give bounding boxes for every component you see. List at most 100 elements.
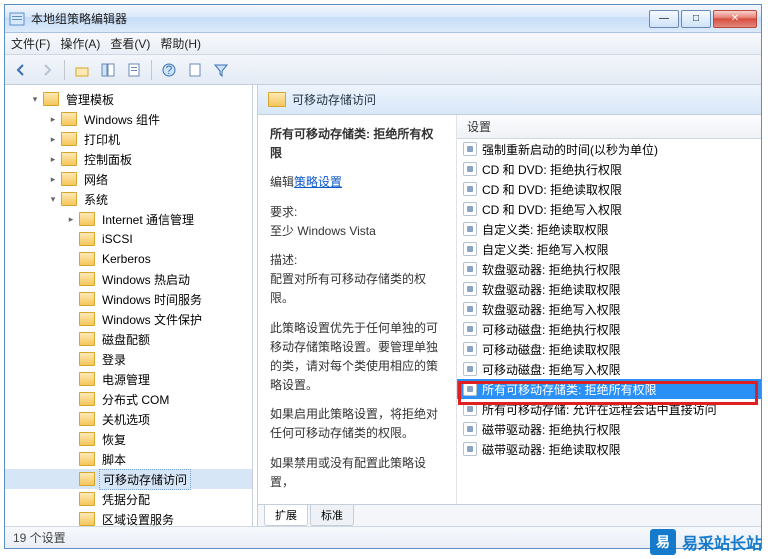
close-button[interactable]: ✕: [713, 10, 757, 28]
setting-row[interactable]: 可移动磁盘: 拒绝读取权限: [457, 339, 761, 359]
expand-icon[interactable]: ▸: [47, 174, 59, 185]
tree-item[interactable]: 区域设置服务: [5, 509, 252, 526]
requirements-value: 至少 Windows Vista: [270, 222, 444, 241]
setting-icon: [463, 302, 477, 316]
setting-label: 可移动磁盘: 拒绝读取权限: [482, 341, 621, 358]
setting-icon: [463, 262, 477, 276]
menu-view[interactable]: 查看(V): [110, 35, 150, 52]
setting-row[interactable]: 所有可移动存储类: 拒绝所有权限: [457, 379, 761, 399]
tree-item[interactable]: 电源管理: [5, 369, 252, 389]
tree-item[interactable]: ▾ 管理模板: [5, 89, 252, 109]
tab-extended[interactable]: 扩展: [264, 505, 308, 526]
setting-row[interactable]: 自定义类: 拒绝写入权限: [457, 239, 761, 259]
setting-icon: [463, 282, 477, 296]
up-button[interactable]: [70, 58, 94, 82]
setting-label: 所有可移动存储: 允许在远程会话中直接访问: [482, 401, 717, 418]
back-button[interactable]: [9, 58, 33, 82]
tree-item[interactable]: ▸ Windows 组件: [5, 109, 252, 129]
tree-label: 分布式 COM: [99, 390, 172, 409]
watermark: 易 易采站长站: [650, 529, 762, 555]
tree-item[interactable]: 关机选项: [5, 409, 252, 429]
setting-row[interactable]: CD 和 DVD: 拒绝读取权限: [457, 179, 761, 199]
tree-item[interactable]: Windows 热启动: [5, 269, 252, 289]
expand-icon[interactable]: ▾: [47, 194, 59, 205]
setting-row[interactable]: 可移动磁盘: 拒绝执行权限: [457, 319, 761, 339]
tree-item[interactable]: Kerberos: [5, 249, 252, 269]
setting-label: 所有可移动存储类: 拒绝所有权限: [482, 381, 657, 398]
tree-item[interactable]: 分布式 COM: [5, 389, 252, 409]
tree-item[interactable]: 可移动存储访问: [5, 469, 252, 489]
tree-label: 打印机: [81, 130, 123, 149]
setting-icon: [463, 382, 477, 396]
folder-icon: [79, 272, 95, 286]
tree-item[interactable]: ▾系统: [5, 189, 252, 209]
properties-button[interactable]: [122, 58, 146, 82]
refresh-button[interactable]: [183, 58, 207, 82]
tree-item[interactable]: Windows 时间服务: [5, 289, 252, 309]
tree-item[interactable]: 恢复: [5, 429, 252, 449]
expand-icon[interactable]: ▾: [29, 94, 41, 105]
folder-icon: [79, 252, 95, 266]
minimize-button[interactable]: —: [649, 10, 679, 28]
setting-label: 自定义类: 拒绝读取权限: [482, 221, 609, 238]
setting-row[interactable]: 所有可移动存储: 允许在远程会话中直接访问: [457, 399, 761, 419]
expand-icon[interactable]: ▸: [47, 154, 59, 165]
tree-item[interactable]: 脚本: [5, 449, 252, 469]
settings-list[interactable]: 强制重新启动的时间(以秒为单位)CD 和 DVD: 拒绝执行权限 CD 和 DVD…: [457, 139, 761, 504]
expand-icon[interactable]: ▸: [47, 114, 59, 125]
show-tree-button[interactable]: [96, 58, 120, 82]
maximize-button[interactable]: □: [681, 10, 711, 28]
tree-label: Windows 组件: [81, 110, 163, 129]
tree-item[interactable]: ▸ 网络: [5, 169, 252, 189]
tree-item[interactable]: 登录: [5, 349, 252, 369]
edit-policy-link[interactable]: 策略设置: [294, 175, 342, 189]
filter-button[interactable]: [209, 58, 233, 82]
menu-action[interactable]: 操作(A): [60, 35, 100, 52]
tree-label: 控制面板: [81, 150, 135, 169]
folder-icon: [79, 452, 95, 466]
setting-row[interactable]: 软盘驱动器: 拒绝执行权限: [457, 259, 761, 279]
setting-row[interactable]: 软盘驱动器: 拒绝写入权限: [457, 299, 761, 319]
expand-icon[interactable]: ▸: [47, 134, 59, 145]
forward-button[interactable]: [35, 58, 59, 82]
detail-header: 可移动存储访问: [258, 85, 761, 115]
tree-label: 网络: [81, 170, 111, 189]
edit-label: 编辑: [270, 175, 294, 189]
folder-icon: [79, 492, 95, 506]
help-button[interactable]: ?: [157, 58, 181, 82]
menu-help[interactable]: 帮助(H): [160, 35, 201, 52]
setting-row[interactable]: CD 和 DVD: 拒绝写入权限: [457, 199, 761, 219]
tree-item[interactable]: 磁盘配额: [5, 329, 252, 349]
setting-row[interactable]: 可移动磁盘: 拒绝写入权限: [457, 359, 761, 379]
expand-icon[interactable]: ▸: [65, 214, 77, 225]
titlebar[interactable]: 本地组策略编辑器 — □ ✕: [5, 5, 761, 33]
tree-pane[interactable]: ▾ 管理模板 ▸ Windows 组件 ▸ 打印机 ▸ 控制面板 ▸ 网络▾系统▸Internet…: [5, 85, 253, 526]
setting-row[interactable]: CD 和 DVD: 拒绝执行权限: [457, 159, 761, 179]
tab-standard[interactable]: 标准: [310, 505, 354, 526]
setting-label: CD 和 DVD: 拒绝读取权限: [482, 181, 622, 198]
folder-icon: [79, 232, 95, 246]
tree-item[interactable]: iSCSI: [5, 229, 252, 249]
tree-label: 管理模板: [63, 90, 117, 109]
requirements-label: 要求:: [270, 203, 444, 222]
setting-row[interactable]: 磁带驱动器: 拒绝读取权限: [457, 439, 761, 459]
tree-item[interactable]: ▸Internet 通信管理: [5, 209, 252, 229]
status-text: 19 个设置: [13, 529, 66, 546]
tree-item[interactable]: ▸ 控制面板: [5, 149, 252, 169]
tree-label: Windows 时间服务: [99, 290, 205, 309]
setting-icon: [463, 142, 477, 156]
setting-label: 软盘驱动器: 拒绝执行权限: [482, 261, 621, 278]
tree-item[interactable]: ▸ 打印机: [5, 129, 252, 149]
setting-row[interactable]: 磁带驱动器: 拒绝执行权限: [457, 419, 761, 439]
menubar: 文件(F) 操作(A) 查看(V) 帮助(H): [5, 33, 761, 55]
setting-row[interactable]: 软盘驱动器: 拒绝读取权限: [457, 279, 761, 299]
tree-item[interactable]: 凭据分配: [5, 489, 252, 509]
description-p3: 如果启用此策略设置，将拒绝对任何可移动存储类的权限。: [270, 405, 444, 443]
setting-row[interactable]: 强制重新启动的时间(以秒为单位): [457, 139, 761, 159]
setting-label: 自定义类: 拒绝写入权限: [482, 241, 609, 258]
setting-icon: [463, 342, 477, 356]
menu-file[interactable]: 文件(F): [11, 35, 50, 52]
setting-row[interactable]: 自定义类: 拒绝读取权限: [457, 219, 761, 239]
settings-column-header[interactable]: 设置: [457, 115, 761, 139]
tree-item[interactable]: Windows 文件保护: [5, 309, 252, 329]
